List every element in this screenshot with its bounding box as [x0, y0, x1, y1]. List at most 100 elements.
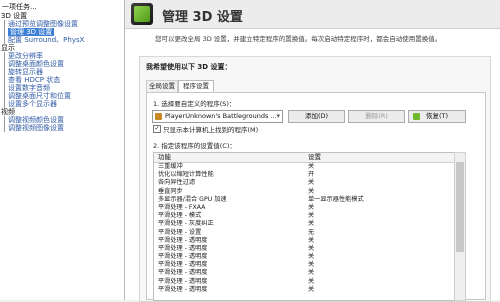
table-scrollbar[interactable] [454, 152, 466, 301]
game-icon [155, 113, 162, 120]
show-found-programs-checkbox[interactable]: ✓ [153, 125, 161, 133]
program-settings-panel: 1. 选择要自定义的程序(S)： PlayerUnknown's Battleg… [146, 92, 486, 301]
sidebar-item-label: 调整桌面尺寸和位置 [8, 92, 71, 100]
setting-cell: 关 [308, 187, 315, 195]
sidebar-item-label: 设置多个显示器 [8, 100, 57, 108]
tree-connector [4, 100, 5, 108]
sidebar-item-label: 调整视频颜色设置 [8, 116, 64, 124]
nvidia-small-icon [413, 113, 420, 120]
add-program-button[interactable]: 添加(D) [288, 110, 345, 123]
tree-connector [4, 92, 5, 100]
setting-cell: 无 [308, 228, 315, 236]
sidebar-group[interactable]: 视频 [0, 108, 124, 116]
table-row[interactable]: 平滑处理 - 灰度纠正 关 [154, 220, 454, 228]
header-banner: 管理 3D 设置 [125, 0, 500, 29]
feature-cell: 垂直同步 [158, 187, 183, 195]
sidebar-item[interactable]: 设置多个显示器 [0, 100, 124, 108]
tree-connector [4, 20, 5, 28]
feature-cell: 多显示器/混合 GPU 加速 [158, 195, 227, 203]
remove-program-button[interactable]: 删除(R) [348, 110, 405, 123]
feature-cell: 各向异性过滤 [158, 179, 196, 187]
table-row[interactable]: 平滑处理 - 透明度 关 [154, 245, 454, 253]
table-row[interactable]: 平滑处理 - 透明度 关 [154, 286, 454, 294]
sidebar-title: 一项任务... [2, 3, 37, 11]
table-row[interactable]: 平滑处理 - 设置 无 [154, 229, 454, 237]
table-row[interactable]: 垂直同步 关 [154, 188, 454, 196]
restore-button-label: 恢复(T) [425, 112, 449, 120]
sidebar-item-label: 配置 Surround、PhysX [8, 36, 85, 44]
table-row[interactable]: 三重缓冲 关 [154, 163, 454, 171]
feature-cell: 平滑处理 - 透明度 [158, 277, 208, 285]
sidebar-item[interactable]: 查看 HDCP 状态 [0, 76, 124, 84]
sidebar-item[interactable]: 配置 Surround、PhysX [0, 36, 124, 44]
setting-cell: 关 [308, 203, 315, 211]
table-row[interactable]: 平滑处理 - 透明度 关 [154, 278, 454, 286]
tree-connector [4, 52, 5, 60]
sidebar-item[interactable]: 旋转显示器 [0, 68, 124, 76]
page-description: 您可以更改全局 3D 设置，并建立特定程序的置换值。每次启动特定程序时，都会自动… [155, 35, 442, 43]
sidebar-item-label: 更改分辨率 [8, 52, 43, 60]
table-row[interactable]: 平滑处理 - 透明度 关 [154, 269, 454, 277]
setting-cell: 关 [308, 285, 315, 293]
sidebar-item-label: 视频 [1, 108, 15, 116]
sidebar-item[interactable]: 调整视频颜色设置 [0, 116, 124, 124]
sidebar-group[interactable]: 显示 [0, 44, 124, 52]
scrollbar-thumb[interactable] [456, 162, 464, 252]
sidebar-item-label: 查看 HDCP 状态 [8, 76, 61, 84]
table-body: 三重缓冲关优化以缩短计算性能开各向异性过滤关垂直同步关多显示器/混合 GPU 加… [154, 163, 454, 294]
table-row[interactable]: 优化以缩短计算性能开 [154, 171, 454, 179]
task-tree: 3D 设置 通过预览调整图像设置 管理 3D 设置 配置 Surround、PhysX… [0, 12, 124, 132]
main-panel: 管理 3D 设置 您可以更改全局 3D 设置，并建立特定程序的置换值。每次启动特… [125, 0, 500, 302]
select-program-label: 1. 选择要自定义的程序(S)： [153, 100, 236, 108]
program-dropdown-value: PlayerUnknown's Battlegrounds ... [165, 112, 277, 120]
table-row[interactable]: 平滑处理 - 透明度 关 [154, 237, 454, 245]
sidebar-item-label: 设置数字音频 [8, 84, 50, 92]
setting-cell: 关 [308, 179, 315, 187]
chevron-down-icon: ▾ [276, 112, 280, 120]
column-header-setting: 设置 [308, 153, 321, 161]
tree-connector [4, 76, 5, 84]
feature-cell: 三重缓冲 [158, 163, 183, 170]
setting-cell: 关 [308, 163, 315, 170]
sidebar-item[interactable]: 管理 3D 设置 [0, 28, 124, 36]
feature-cell: 平滑处理 - 设置 [158, 228, 202, 236]
sidebar-item-label: 调整桌面颜色设置 [8, 60, 64, 68]
tree-connector [4, 116, 5, 124]
page-title: 管理 3D 设置 [162, 10, 243, 25]
tree-connector [4, 84, 5, 92]
setting-cell: 关 [308, 277, 315, 285]
sidebar-item-label: 3D 设置 [1, 12, 28, 20]
nvidia-logo-icon [131, 3, 153, 25]
table-row[interactable]: 各向异性过滤 关 [154, 179, 454, 187]
tree-connector [4, 28, 5, 36]
tree-connector [4, 60, 5, 68]
sidebar-item[interactable]: 通过预览调整图像设置 [0, 20, 124, 28]
sidebar-item-label: 通过预览调整图像设置 [8, 20, 78, 28]
sidebar-group[interactable]: 3D 设置 [0, 12, 124, 20]
feature-cell: 平滑处理 - 透明度 [158, 285, 208, 293]
show-found-programs-label: 只显示本计算机上找到的程序(M) [163, 126, 259, 134]
sidebar-item[interactable]: 调整视频图像设置 [0, 124, 124, 132]
settings-table: 功能 设置 三重缓冲关优化以缩短计算性能开各向异性过滤关垂直同步关多显示器/混合… [153, 152, 455, 301]
card-heading: 我希望使用以下 3D 设置： [146, 63, 232, 71]
table-row[interactable]: 平滑处理 - FXAA 关 [154, 204, 454, 212]
feature-cell: 平滑处理 - 透明度 [158, 269, 208, 277]
setting-cell: 单一显示器性能模式 [308, 195, 364, 203]
table-row[interactable]: 多显示器/混合 GPU 加速 单一显示器性能模式 [154, 196, 454, 204]
sidebar-item[interactable]: 调整桌面尺寸和位置 [0, 92, 124, 100]
sidebar-item[interactable]: 设置数字音频 [0, 84, 124, 92]
tab-global-settings[interactable]: 全局设置 [146, 80, 178, 92]
restore-button[interactable]: 恢复(T) [408, 110, 466, 123]
sidebar-item-label: 旋转显示器 [8, 68, 43, 76]
sidebar-item[interactable]: 调整桌面颜色设置 [0, 60, 124, 68]
sidebar-item[interactable]: 更改分辨率 [0, 52, 124, 60]
sidebar-item-label: 管理 3D 设置 [8, 28, 55, 36]
feature-cell: 平滑处理 - 透明度 [158, 244, 208, 252]
feature-cell: 平滑处理 - FXAA [158, 203, 206, 211]
setting-cell: 关 [308, 269, 315, 277]
specify-settings-label: 2. 指定该程序的设置值(C)： [153, 142, 236, 150]
settings-card: 我希望使用以下 3D 设置： 全局设置 程序设置 1. 选择要自定义的程序(S)… [139, 56, 491, 302]
setting-cell: 关 [308, 220, 315, 228]
sidebar-item-label: 显示 [1, 44, 15, 52]
program-dropdown[interactable]: PlayerUnknown's Battlegrounds ... ▾ [152, 110, 283, 123]
